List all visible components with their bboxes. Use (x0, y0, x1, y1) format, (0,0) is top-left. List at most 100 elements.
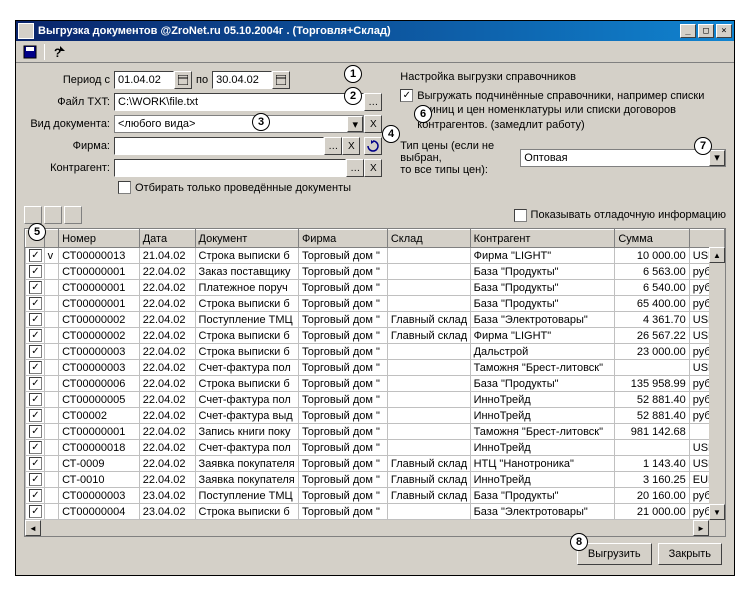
firm-browse-button[interactable]: … (324, 137, 342, 155)
table-row[interactable]: ✓СТ0000000322.04.02Счет-фактура полТорго… (26, 360, 725, 376)
subordinate-checkbox[interactable]: ✓ Выгружать подчинённые справочники, нап… (400, 89, 726, 132)
cell-warehouse (387, 392, 470, 408)
period-to-cal-button[interactable] (272, 71, 290, 89)
export-button[interactable]: Выгрузить (577, 543, 652, 565)
row-mark (44, 312, 58, 328)
file-browse-button[interactable]: … (364, 93, 382, 111)
col-currency[interactable] (689, 230, 724, 248)
period-to-input[interactable] (212, 71, 272, 89)
firm-input[interactable] (114, 137, 324, 155)
horizontal-scrollbar[interactable]: ◄ ► (25, 520, 725, 536)
row-checkbox[interactable]: ✓ (29, 265, 42, 278)
maximize-button[interactable]: □ (698, 24, 714, 38)
table-row[interactable]: ✓СТ0000000122.04.02Заказ поставщикуТорго… (26, 264, 725, 280)
contragent-browse-button[interactable]: … (346, 159, 364, 177)
file-input[interactable] (114, 93, 364, 111)
row-checkbox[interactable]: ✓ (29, 425, 42, 438)
cell-document: Строка выписки б (195, 376, 298, 392)
row-checkbox[interactable]: ✓ (29, 329, 42, 342)
table-row[interactable]: ✓СТ-001022.04.02Заявка покупателяТорговы… (26, 472, 725, 488)
grid-view-btn-1[interactable] (24, 206, 42, 224)
grid-view-btn-2[interactable] (44, 206, 62, 224)
col-date[interactable]: Дата (139, 230, 195, 248)
row-checkbox[interactable]: ✓ (29, 505, 42, 518)
row-checkbox[interactable]: ✓ (29, 297, 42, 310)
scroll-left-icon[interactable]: ◄ (25, 520, 41, 536)
row-checkbox[interactable]: ✓ (29, 249, 42, 262)
cell-sum: 3 160.25 (615, 472, 689, 488)
only-posted-checkbox[interactable]: Отбирать только проведённые документы (118, 181, 351, 194)
row-checkbox[interactable]: ✓ (29, 441, 42, 454)
cell-document: Строка выписки б (195, 248, 298, 264)
col-warehouse[interactable]: Склад (387, 230, 470, 248)
table-row[interactable]: ✓vСТ0000001321.04.02Строка выписки бТорг… (26, 248, 725, 264)
debug-checkbox[interactable]: Показывать отладочную информацию (514, 209, 726, 222)
scroll-up-icon[interactable]: ▲ (709, 247, 725, 263)
scroll-right-icon[interactable]: ► (693, 520, 709, 536)
table-row[interactable]: ✓СТ0000000222.04.02Поступление ТМЦТоргов… (26, 312, 725, 328)
table-row[interactable]: ✓СТ0000001822.04.02Счет-фактура полТорго… (26, 440, 725, 456)
cell-warehouse: Главный склад (387, 488, 470, 504)
contragent-clear-button[interactable]: X (364, 159, 382, 177)
table-row[interactable]: ✓СТ-000922.04.02Заявка покупателяТорговы… (26, 456, 725, 472)
col-number[interactable]: Номер (59, 230, 140, 248)
minimize-button[interactable]: _ (680, 24, 696, 38)
cell-document: Заявка покупателя (195, 472, 298, 488)
row-mark: v (44, 248, 58, 264)
table-row[interactable]: ✓СТ0000000522.04.02Счет-фактура полТорго… (26, 392, 725, 408)
row-mark (44, 504, 58, 520)
period-from-cal-button[interactable] (174, 71, 192, 89)
row-checkbox[interactable]: ✓ (29, 345, 42, 358)
table-row[interactable]: ✓СТ0000000322.04.02Строка выписки бТорго… (26, 344, 725, 360)
row-checkbox[interactable]: ✓ (29, 361, 42, 374)
row-checkbox[interactable]: ✓ (29, 457, 42, 470)
table-row[interactable]: ✓СТ0000000122.04.02Запись книги покуТорг… (26, 424, 725, 440)
col-document[interactable]: Документ (195, 230, 298, 248)
row-checkbox[interactable]: ✓ (29, 409, 42, 422)
row-checkbox[interactable]: ✓ (29, 489, 42, 502)
cell-document: Строка выписки б (195, 344, 298, 360)
cell-firm: Торговый дом " (298, 472, 387, 488)
row-checkbox[interactable]: ✓ (29, 281, 42, 294)
cell-sum: 1 143.40 (615, 456, 689, 472)
cell-firm: Торговый дом " (298, 376, 387, 392)
close-button[interactable]: × (716, 24, 732, 38)
refresh-button[interactable] (364, 137, 382, 155)
col-mark[interactable] (44, 230, 58, 248)
toolbar-save-icon[interactable] (20, 43, 40, 61)
cell-number: СТ00000005 (59, 392, 140, 408)
cell-firm: Торговый дом " (298, 328, 387, 344)
col-sum[interactable]: Сумма (615, 230, 689, 248)
cell-contragent: База "Электротовары" (470, 504, 615, 520)
scroll-down-icon[interactable]: ▼ (709, 504, 725, 520)
table-row[interactable]: ✓СТ0000000222.04.02Строка выписки бТорго… (26, 328, 725, 344)
chevron-down-icon: ▾ (347, 116, 363, 132)
table-row[interactable]: ✓СТ0000000323.04.02Поступление ТМЦТоргов… (26, 488, 725, 504)
cell-date: 23.04.02 (139, 488, 195, 504)
close-button-footer[interactable]: Закрыть (658, 543, 722, 565)
row-checkbox[interactable]: ✓ (29, 393, 42, 406)
table-row[interactable]: ✓СТ0000000423.04.02Строка выписки бТорго… (26, 504, 725, 520)
cell-contragent: База "Продукты" (470, 376, 615, 392)
grid-view-btn-3[interactable] (64, 206, 82, 224)
contragent-input[interactable] (114, 159, 346, 177)
row-checkbox[interactable]: ✓ (29, 473, 42, 486)
col-firm[interactable]: Фирма (298, 230, 387, 248)
cell-sum: 52 881.40 (615, 408, 689, 424)
cell-firm: Торговый дом " (298, 408, 387, 424)
firm-clear-button[interactable]: X (342, 137, 360, 155)
table-row[interactable]: ✓СТ0000222.04.02Счет-фактура выдТорговый… (26, 408, 725, 424)
row-checkbox[interactable]: ✓ (29, 313, 42, 326)
period-to-label: по (192, 74, 212, 86)
toolbar-help-icon[interactable]: ? (49, 43, 69, 61)
doctype-select[interactable]: <любого вида> ▾ (114, 115, 364, 133)
cell-warehouse (387, 296, 470, 312)
col-contragent[interactable]: Контрагент (470, 230, 615, 248)
row-checkbox[interactable]: ✓ (29, 377, 42, 390)
vertical-scrollbar[interactable]: ▲ ▼ (709, 247, 725, 520)
period-from-input[interactable] (114, 71, 174, 89)
table-row[interactable]: ✓СТ0000000122.04.02Платежное поручТоргов… (26, 280, 725, 296)
table-row[interactable]: ✓СТ0000000122.04.02Строка выписки бТорго… (26, 296, 725, 312)
table-row[interactable]: ✓СТ0000000622.04.02Строка выписки бТорго… (26, 376, 725, 392)
doctype-clear-button[interactable]: X (364, 115, 382, 133)
